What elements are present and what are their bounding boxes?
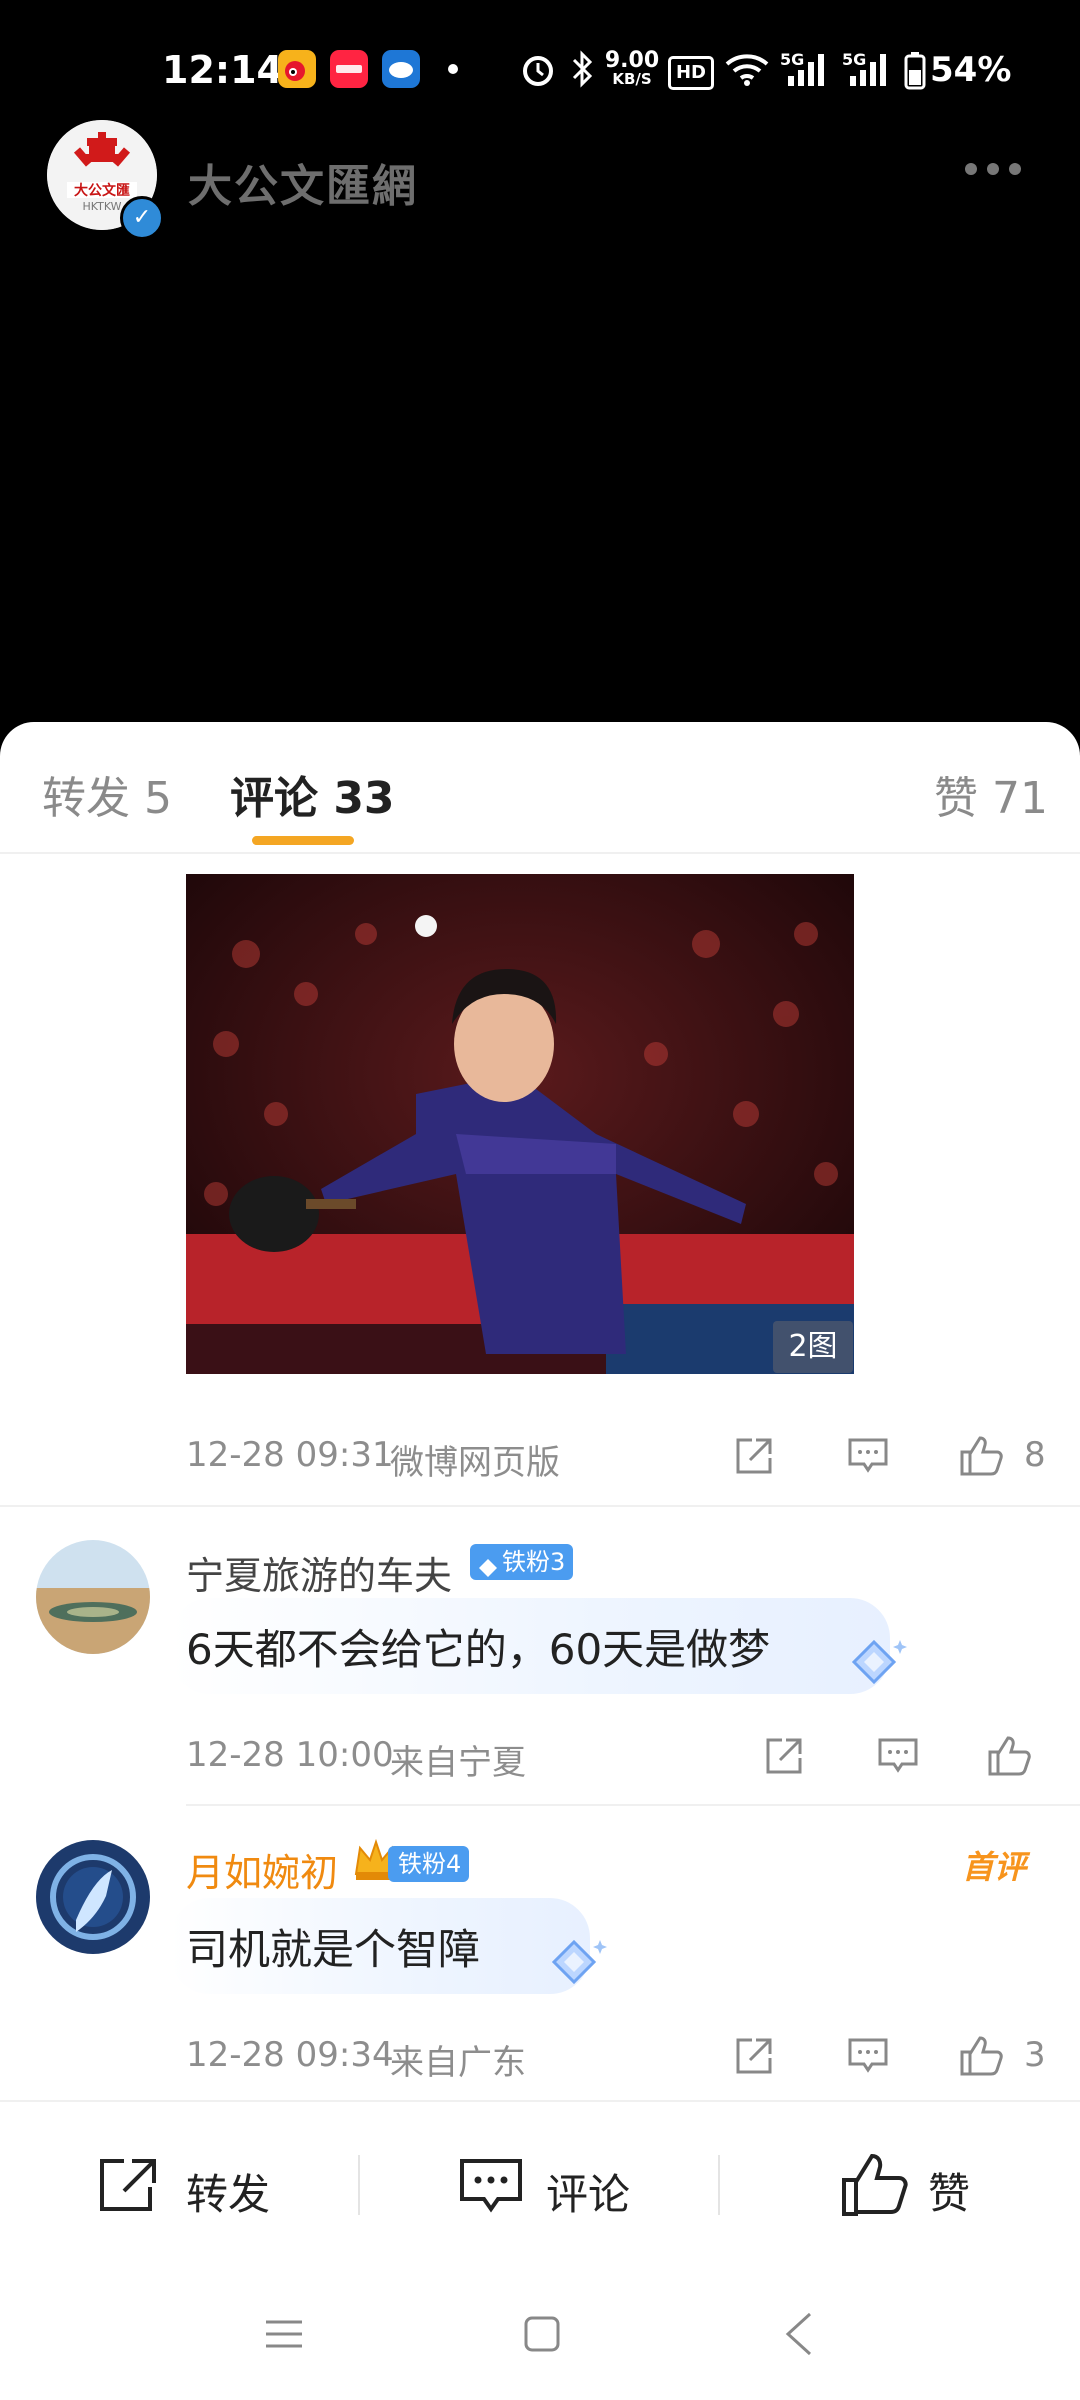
tab-divider [0, 852, 1080, 854]
more-dot-icon [1009, 163, 1021, 175]
xiaohongshu-app-icon [330, 50, 368, 88]
alarm-icon [520, 50, 556, 92]
first-comment-tag: 首评 [962, 1848, 1027, 1886]
tab-active-indicator [252, 836, 354, 845]
share-icon [96, 2155, 162, 2219]
like-icon[interactable] [986, 1732, 1031, 1776]
share-icon[interactable] [762, 1734, 806, 1778]
tab-comment[interactable]: 评论 33 [230, 762, 395, 826]
divider [358, 2155, 360, 2215]
comment-like-count: 3 [1024, 2035, 1046, 2075]
verified-badge-icon: ✓ [120, 196, 164, 240]
bottom-comment-label: 评论 [546, 2170, 631, 2219]
more-options-button[interactable] [960, 160, 1040, 190]
comment-username[interactable]: 宁夏旅游的车夫 [186, 1545, 452, 1600]
diamond-icon [478, 1552, 498, 1588]
comment-text: 6天都不会给它的，60天是做梦 [186, 1625, 771, 1674]
network-speed-unit: KB/S [612, 70, 652, 88]
battery-percent: 54% [930, 50, 1012, 90]
divider [718, 2155, 720, 2215]
post-like-count: 8 [1024, 1435, 1046, 1475]
notification-dot-icon [448, 64, 458, 74]
fan-badge: 铁粉3 [470, 1544, 574, 1580]
like-icon[interactable] [958, 2032, 1003, 2076]
comment-icon[interactable] [846, 2034, 890, 2078]
share-icon[interactable] [732, 2034, 776, 2078]
post-image[interactable] [186, 874, 854, 1374]
like-icon[interactable] [958, 1432, 1003, 1476]
comment-avatar[interactable] [36, 1840, 150, 1954]
comment-timestamp: 12-28 09:34 [186, 2035, 394, 2075]
comment-icon [458, 2155, 524, 2223]
wifi-icon [724, 50, 770, 92]
more-dot-icon [987, 163, 999, 175]
fan-badge: 铁粉4 [388, 1846, 470, 1882]
bottom-action-bar [0, 2100, 1080, 2272]
fan-badge-label: 铁粉3 [502, 1548, 566, 1576]
divider [0, 1505, 1080, 1507]
share-icon[interactable] [732, 1434, 776, 1478]
sparkle-diamond-icon [838, 1636, 908, 1700]
back-nav-icon[interactable] [780, 2310, 820, 2362]
comment-text: 司机就是个智障 [186, 1925, 481, 1974]
more-dot-icon [965, 163, 977, 175]
bluetooth-icon [570, 50, 594, 92]
bottom-like-label: 赞 [928, 2169, 971, 2218]
network-speed-value: 9.00 [604, 48, 660, 73]
comment-icon[interactable] [876, 1734, 920, 1778]
bottom-repost-label: 转发 [186, 2170, 271, 2219]
menu-nav-icon[interactable] [264, 2314, 304, 2358]
hd-icon: HD [668, 56, 714, 90]
comment-location: 来自广东 [390, 2043, 526, 2083]
comment-icon[interactable] [846, 1434, 890, 1478]
post-source: 微博网页版 [390, 1443, 560, 1483]
comment-avatar[interactable] [36, 1540, 150, 1654]
comment-username[interactable]: 月如婉初 [186, 1842, 338, 1897]
divider [186, 1804, 1080, 1806]
post-timestamp: 12-28 09:31 [186, 1435, 394, 1475]
comment-location: 来自宁夏 [390, 1743, 526, 1783]
battery-icon [904, 52, 926, 94]
status-time: 12:14 [162, 48, 283, 92]
account-name[interactable]: 大公文匯網 [188, 150, 418, 214]
tab-like[interactable]: 赞 71 [934, 762, 1048, 826]
weibo-app-icon [278, 50, 316, 88]
tab-repost[interactable]: 转发 5 [42, 762, 172, 826]
comment-timestamp: 12-28 10:00 [186, 1735, 394, 1775]
like-icon [840, 2150, 908, 2222]
network-speed: 9.00 KB/S [604, 50, 660, 87]
image-count-badge: 2图 [773, 1321, 853, 1373]
cloud-app-icon [382, 50, 420, 88]
home-nav-icon[interactable] [522, 2314, 562, 2358]
sparkle-diamond-icon [538, 1936, 608, 2000]
